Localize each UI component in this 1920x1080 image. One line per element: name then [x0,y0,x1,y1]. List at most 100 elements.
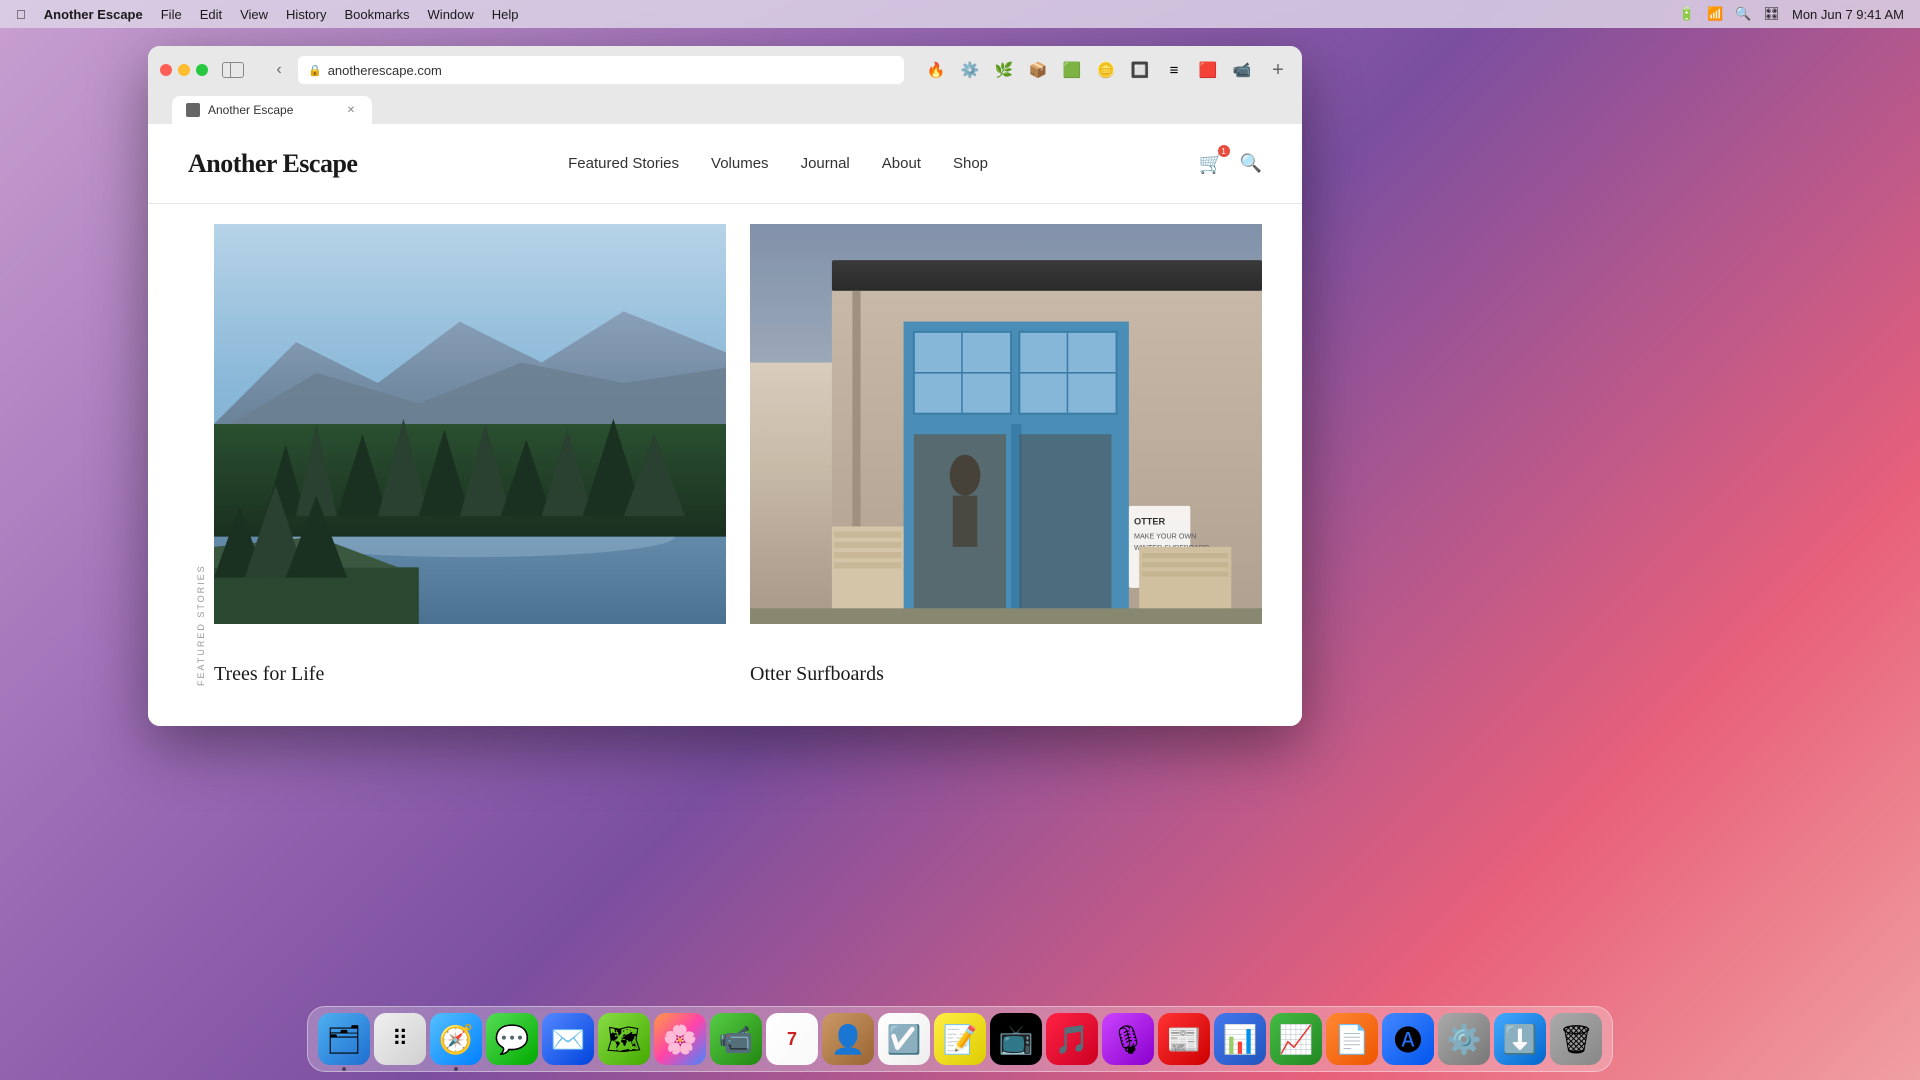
toolbar-icon-8[interactable]: ≡ [1160,56,1188,84]
address-bar[interactable]: 🔒 anotherescape.com [298,56,904,84]
svg-text:OTTER: OTTER [1134,516,1166,526]
toolbar-icon-2[interactable]: ⚙️ [956,56,984,84]
cart-icon[interactable]: 🛒 1 [1199,151,1224,176]
search-icon[interactable]: 🔍 [1240,153,1262,174]
main-content: FEATURED STORIES [148,204,1302,726]
site-logo[interactable]: Another Escape [188,149,357,179]
nav-link-about[interactable]: About [882,155,921,172]
back-button[interactable]: ‹ [270,61,288,79]
numbers-icon: 📈 [1279,1023,1314,1056]
browser-controls: ‹ 🔒 anotherescape.com 🔥 ⚙️ 🌿 📦 🟩 🪙 🔲 ≡ 🟥… [160,56,1290,84]
dock-item-photos[interactable]: 🌸 [654,1013,706,1065]
nav-links: Featured Stories Volumes Journal About S… [568,155,988,172]
search-menubar-icon[interactable]: 🔍 [1735,6,1751,22]
app-menu-safari[interactable]: Another Escape [44,7,143,22]
lock-icon: 🔒 [308,64,322,77]
photos-icon: 🌸 [663,1023,698,1056]
dock-item-facetime[interactable]: 📹 [710,1013,762,1065]
section-vertical-label: FEATURED STORIES [188,224,214,686]
menu-file[interactable]: File [161,7,182,22]
tab-close-button[interactable]: ✕ [344,103,358,117]
menu-history[interactable]: History [286,7,326,22]
contacts-icon: 👤 [831,1023,866,1056]
nav-link-shop[interactable]: Shop [953,155,988,172]
story-card-otter-surfboards[interactable]: OTTER MAKE YOUR OWN WINTER SURFBOARD [750,224,1262,686]
cart-badge: 1 [1218,145,1230,157]
safari-active-dot [454,1067,458,1071]
sidebar-toggle-button[interactable] [222,62,244,78]
traffic-lights [160,64,208,76]
menu-view[interactable]: View [240,7,268,22]
apple-menu[interactable]:  [16,7,26,22]
minimize-button[interactable] [178,64,190,76]
site-navigation: Another Escape Featured Stories Volumes … [148,124,1302,204]
dock-item-maps[interactable]: 🗺 [598,1013,650,1065]
nav-link-featured-stories[interactable]: Featured Stories [568,155,679,172]
toolbar-icon-1[interactable]: 🔥 [922,56,950,84]
safari-icon: 🧭 [439,1023,474,1056]
dock-item-tv[interactable]: 📺 [990,1013,1042,1065]
appstore-icon: 🅐 [1394,1019,1422,1059]
dock-item-keynote[interactable]: 📊 [1214,1013,1266,1065]
nav-actions: 🛒 1 🔍 [1199,151,1262,176]
dock-item-pages[interactable]: 📄 [1326,1013,1378,1065]
toolbar-icon-5[interactable]: 🟩 [1058,56,1086,84]
dock-item-finder[interactable]: 🗂 [318,1013,370,1065]
toolbar-icon-10[interactable]: 📹 [1228,56,1256,84]
story-image-forest [214,224,726,624]
menu-bookmarks[interactable]: Bookmarks [345,7,410,22]
toolbar-icon-7[interactable]: 🔲 [1126,56,1154,84]
downloader-icon: ⬇️ [1503,1023,1538,1056]
website-content: Another Escape Featured Stories Volumes … [148,124,1302,726]
music-icon: 🎵 [1055,1023,1090,1056]
dock-item-safari[interactable]: 🧭 [430,1013,482,1065]
nav-link-volumes[interactable]: Volumes [711,155,769,172]
dock-item-notes[interactable]: 📝 [934,1013,986,1065]
pages-icon: 📄 [1335,1023,1370,1056]
datetime: Mon Jun 7 9:41 AM [1792,7,1904,22]
system-preferences-icon: ⚙️ [1447,1023,1482,1056]
dock-item-appstore[interactable]: 🅐 [1382,1013,1434,1065]
launchpad-icon: ⠿ [392,1026,408,1052]
control-center-icon[interactable]: 🎛 [1763,6,1780,22]
menu-edit[interactable]: Edit [200,7,222,22]
maximize-button[interactable] [196,64,208,76]
dock-item-calendar[interactable]: 7 [766,1013,818,1065]
tab-bar: Another Escape ✕ [160,92,1290,124]
dock-item-podcasts[interactable]: 🎙 [1102,1013,1154,1065]
add-tab-button[interactable]: + [1266,58,1290,82]
story-card-trees-for-life[interactable]: THE NATURAL WORLD VOLUME Trees for Life [214,224,726,686]
toolbar-icon-3[interactable]: 🌿 [990,56,1018,84]
dock-item-news[interactable]: 📰 [1158,1013,1210,1065]
toolbar-icon-6[interactable]: 🪙 [1092,56,1120,84]
menu-help[interactable]: Help [492,7,519,22]
dock-item-contacts[interactable]: 👤 [822,1013,874,1065]
dock-item-numbers[interactable]: 📈 [1270,1013,1322,1065]
dock-item-launchpad[interactable]: ⠿ [374,1013,426,1065]
toolbar-icon-4[interactable]: 📦 [1024,56,1052,84]
dock-item-trash[interactable]: 🗑 [1550,1013,1602,1065]
dock-item-messages[interactable]: 💬 [486,1013,538,1065]
browser-tab-active[interactable]: Another Escape ✕ [172,96,372,124]
finder-active-dot [342,1067,346,1071]
story-title-2: Otter Surfboards [750,663,1262,686]
toolbar-icon-9[interactable]: 🟥 [1194,56,1222,84]
keynote-icon: 📊 [1223,1023,1258,1056]
battery-icon: 🔋 [1679,6,1695,22]
dock-item-reminders[interactable]: ☑️ [878,1013,930,1065]
calendar-icon: 7 [787,1029,797,1050]
menubar-left:  Another Escape File Edit View History … [16,7,519,22]
menu-window[interactable]: Window [428,7,474,22]
dock-item-downloader[interactable]: ⬇️ [1494,1013,1546,1065]
dock-item-music[interactable]: 🎵 [1046,1013,1098,1065]
tab-title: Another Escape [208,103,293,117]
close-button[interactable] [160,64,172,76]
url-text[interactable]: anotherescape.com [328,63,442,78]
menubar:  Another Escape File Edit View History … [0,0,1920,28]
dock-item-system-preferences[interactable]: ⚙️ [1438,1013,1490,1065]
svg-text:MAKE YOUR OWN: MAKE YOUR OWN [1134,533,1196,541]
story-image-shop: OTTER MAKE YOUR OWN WINTER SURFBOARD [750,224,1262,624]
nav-link-journal[interactable]: Journal [801,155,850,172]
dock-item-mail[interactable]: ✉️ [542,1013,594,1065]
menubar-right: 🔋 📶 🔍 🎛 Mon Jun 7 9:41 AM [1679,6,1904,22]
